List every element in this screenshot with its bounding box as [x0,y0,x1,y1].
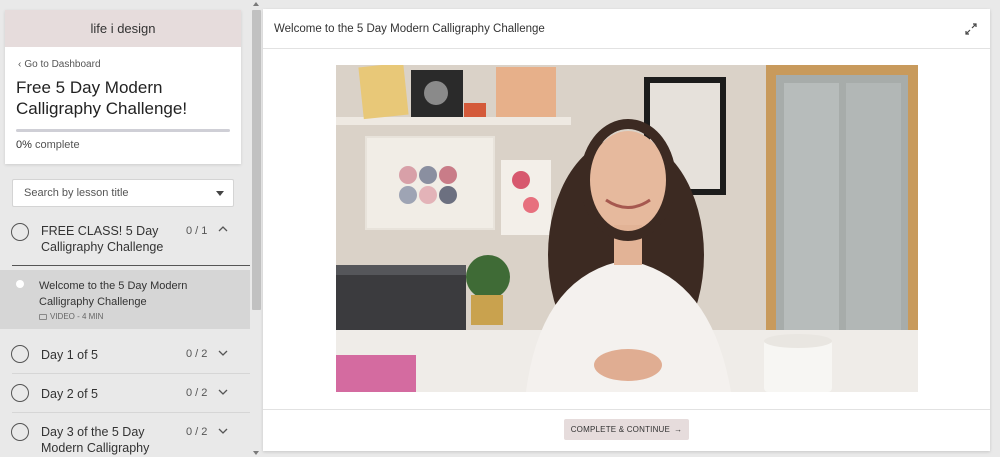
lesson-search-select[interactable]: Search by lesson title [12,179,234,207]
progress-bar [16,129,230,132]
chevron-down-icon [218,348,228,361]
lesson-header: Welcome to the 5 Day Modern Calligraphy … [263,9,990,49]
lesson-status-dot [16,280,24,288]
chevron-left-icon: ‹ [18,59,22,70]
brand-bar[interactable]: life i design [5,10,241,47]
chapter-progress-count: 0 / 2 [186,387,208,399]
scroll-down-arrow-icon[interactable] [253,451,259,455]
progress-suffix: complete [34,139,80,151]
chapter-title: FREE CLASS! 5 Day Calligraphy Challenge [41,224,164,254]
go-to-dashboard-link[interactable]: ‹ Go to Dashboard [18,59,101,70]
chevron-down-icon [218,387,228,400]
arrow-right-icon: → [674,425,683,434]
caret-down-icon [216,191,224,196]
chapter-free-class[interactable]: FREE CLASS! 5 Day Calligraphy Challenge … [0,221,250,265]
progress-text: 0% complete [16,139,80,151]
chapter-divider [12,265,250,266]
chapter-progress-count: 0 / 1 [186,225,208,237]
incomplete-circle-icon [11,345,29,363]
chevron-up-icon [218,224,228,237]
video-camera-icon [39,313,47,320]
chapter-day-2[interactable]: Day 2 of 5 0 / 2 [0,384,250,404]
footer-divider [263,409,990,410]
incomplete-circle-icon [11,384,29,402]
chapter-day-1[interactable]: Day 1 of 5 0 / 2 [0,345,250,365]
course-card: life i design ‹ Go to Dashboard Free 5 D… [5,10,241,164]
progress-percent: 0% [16,139,32,151]
complete-and-continue-button[interactable]: COMPLETE & CONTINUE → [564,419,689,440]
chevron-down-icon [218,426,228,439]
sidebar-scrollbar[interactable] [250,0,263,457]
row-separator [12,412,250,413]
chapter-day-3[interactable]: Day 3 of the 5 Day Modern Calligraphy 0 … [0,423,250,457]
brand-name: life i design [90,21,156,36]
chapter-title: Day 2 of 5 [41,387,98,401]
incomplete-circle-icon [11,223,29,241]
lesson-video-player[interactable] [336,65,918,392]
chapter-title: Day 1 of 5 [41,348,98,362]
scrollbar-thumb[interactable] [252,10,261,310]
sidebar: life i design ‹ Go to Dashboard Free 5 D… [0,0,250,457]
chapter-title: Day 3 of the 5 Day Modern Calligraphy [41,425,150,455]
lesson-header-title: Welcome to the 5 Day Modern Calligraphy … [274,22,545,35]
lesson-title: Welcome to the 5 Day Modern Calligraphy … [39,280,188,308]
chapter-progress-count: 0 / 2 [186,426,208,438]
course-title: Free 5 Day Modern Calligraphy Challenge! [16,78,188,118]
expand-icon[interactable] [964,22,978,36]
lesson-meta: VIDEO - 4 MIN [39,312,103,321]
row-separator [12,373,250,374]
lesson-panel: Welcome to the 5 Day Modern Calligraphy … [263,9,990,451]
cta-label: COMPLETE & CONTINUE [570,425,671,434]
search-placeholder: Search by lesson title [24,187,129,199]
back-link-label: Go to Dashboard [24,59,101,70]
lesson-item-active[interactable]: Welcome to the 5 Day Modern Calligraphy … [0,270,250,329]
chapter-progress-count: 0 / 2 [186,348,208,360]
scroll-up-arrow-icon[interactable] [253,2,259,6]
lesson-meta-text: VIDEO - 4 MIN [50,312,104,321]
video-frame-image [336,65,918,392]
incomplete-circle-icon [11,423,29,441]
